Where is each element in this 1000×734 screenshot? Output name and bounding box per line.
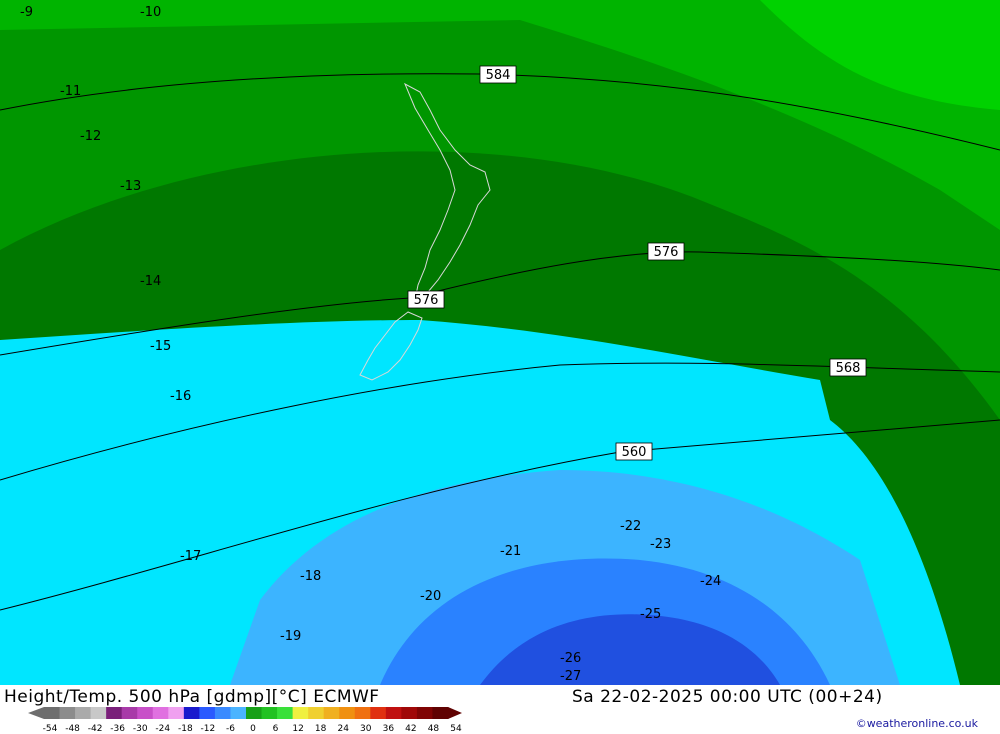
legend-swatch [90, 707, 107, 719]
svg-text:-17: -17 [180, 549, 201, 564]
svg-text:-14: -14 [140, 274, 161, 289]
legend-swatch [401, 707, 418, 719]
svg-text:-24: -24 [700, 574, 721, 589]
svg-text:-12: -12 [80, 129, 101, 144]
weather-map: 584 576 576 568 560 -9 -10 -11 -12 -13 -… [0, 0, 1000, 685]
legend-swatch [183, 707, 200, 719]
legend-arrow-left [28, 707, 44, 719]
legend-swatch [59, 707, 76, 719]
contour-label-560: 560 [615, 442, 653, 461]
legend-swatch [214, 707, 231, 719]
credit-link[interactable]: ©weatheronline.co.uk [856, 717, 978, 730]
contour-label-568: 568 [829, 358, 867, 377]
legend-swatch [323, 707, 340, 719]
legend-swatch [246, 707, 263, 719]
legend-swatch [121, 707, 138, 719]
svg-text:-21: -21 [500, 544, 521, 559]
svg-text:-25: -25 [640, 607, 661, 622]
legend-swatch [339, 707, 356, 719]
legend-swatch [432, 707, 449, 719]
map-footer: Height/Temp. 500 hPa [gdmp][°C] ECMWF Sa… [0, 685, 1000, 734]
legend-swatch [354, 707, 371, 719]
contour-label-576-east: 576 [647, 242, 685, 261]
legend-swatch [230, 707, 247, 719]
legend-swatch [137, 707, 154, 719]
svg-text:576: 576 [654, 245, 679, 260]
legend-swatch [106, 707, 123, 719]
svg-text:-13: -13 [120, 179, 141, 194]
svg-text:-9: -9 [20, 5, 33, 20]
legend-swatch [152, 707, 169, 719]
svg-text:-15: -15 [150, 339, 171, 354]
legend-swatch [308, 707, 325, 719]
svg-text:-16: -16 [170, 389, 191, 404]
legend-swatch [261, 707, 278, 719]
svg-text:-11: -11 [60, 84, 81, 99]
legend-swatch [199, 707, 216, 719]
svg-text:-10: -10 [140, 5, 161, 20]
legend-swatch [277, 707, 294, 719]
legend-swatch [370, 707, 387, 719]
svg-text:568: 568 [836, 361, 861, 376]
svg-text:-22: -22 [620, 519, 641, 534]
contour-label-576-west: 576 [407, 290, 445, 309]
svg-text:-23: -23 [650, 537, 671, 552]
valid-time: Sa 22-02-2025 00:00 UTC (00+24) [572, 687, 883, 707]
legend-swatch [416, 707, 433, 719]
legend-swatch [385, 707, 402, 719]
legend-swatches [28, 707, 462, 719]
svg-text:-19: -19 [280, 629, 301, 644]
contour-label-584: 584 [479, 65, 517, 84]
svg-text:-26: -26 [560, 651, 581, 666]
svg-text:-20: -20 [420, 589, 441, 604]
legend-arrow-right [448, 707, 462, 719]
svg-text:-18: -18 [300, 569, 321, 584]
svg-text:560: 560 [622, 445, 647, 460]
svg-text:-27: -27 [560, 669, 581, 684]
svg-text:584: 584 [486, 68, 511, 83]
map-canvas: 584 576 576 568 560 -9 -10 -11 -12 -13 -… [0, 0, 1000, 685]
legend-swatch [292, 707, 309, 719]
legend-swatch [168, 707, 185, 719]
svg-text:576: 576 [414, 293, 439, 308]
legend-swatch [75, 707, 92, 719]
legend-swatch [44, 707, 61, 719]
